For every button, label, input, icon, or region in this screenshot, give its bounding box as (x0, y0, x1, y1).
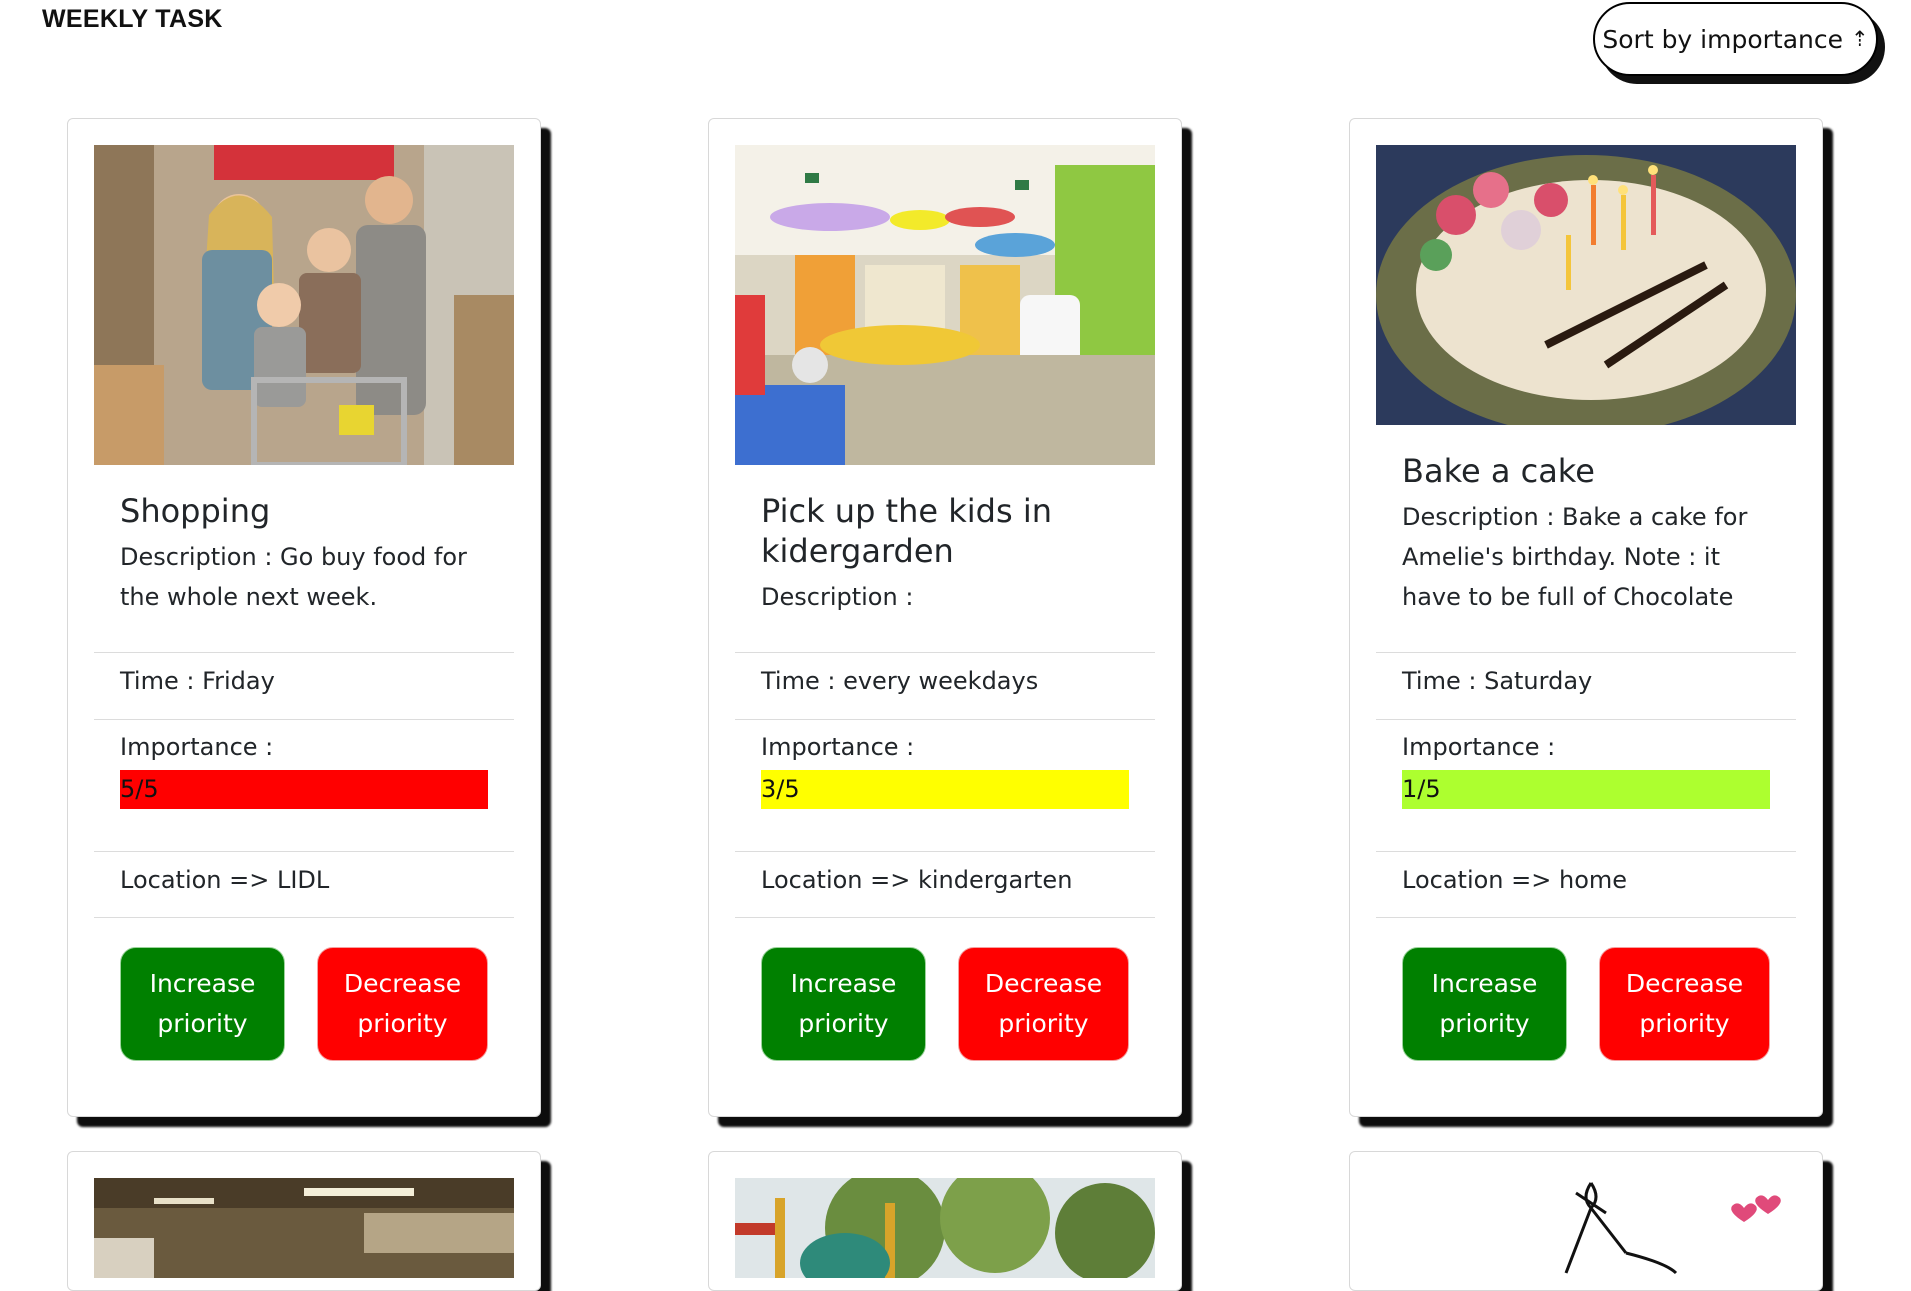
divider (735, 917, 1155, 918)
card-body: Shopping Description : Go buy food for t… (94, 491, 514, 617)
importance-label: Importance : (120, 733, 274, 761)
divider (94, 851, 514, 852)
playground-photo (735, 1178, 1155, 1278)
divider (735, 851, 1155, 852)
store-interior-photo (94, 1178, 514, 1278)
decrease-priority-button[interactable]: Decrease priority (958, 947, 1129, 1061)
task-card-partial (708, 1151, 1182, 1291)
card-location: Location => kindergarten (761, 866, 1073, 894)
decrease-priority-button[interactable]: Decrease priority (1599, 947, 1770, 1061)
increase-priority-button[interactable]: Increase priority (761, 947, 926, 1061)
divider (94, 917, 514, 918)
sort-arrow-icon: ⇡ (1851, 27, 1869, 51)
divider (1376, 652, 1796, 653)
sort-button-label: Sort by importance (1602, 24, 1844, 54)
card-title: Pick up the kids in kidergarden (761, 492, 1052, 570)
card-body: Pick up the kids in kidergarden Descript… (735, 491, 1155, 617)
divider (735, 719, 1155, 720)
card-time: Time : Saturday (1402, 667, 1593, 695)
divider (1376, 719, 1796, 720)
page-title: WEEKLY TASK (42, 5, 223, 33)
task-card-partial (67, 1151, 541, 1291)
kindergarten-interior-photo (735, 145, 1155, 465)
birthday-cake-photo (1376, 145, 1796, 425)
importance-bar: 1/5 (1402, 770, 1770, 809)
increase-priority-button[interactable]: Increase priority (1402, 947, 1567, 1061)
card-time: Time : every weekdays (761, 667, 1039, 695)
card-description: Description : Bake a cake for Amelie's b… (1402, 503, 1748, 611)
task-card-bake-cake: Bake a cake Description : Bake a cake fo… (1349, 118, 1823, 1117)
importance-bar: 3/5 (761, 770, 1129, 809)
card-location: Location => home (1402, 866, 1628, 894)
card-title: Shopping (120, 492, 271, 530)
card-body: Bake a cake Description : Bake a cake fo… (1376, 451, 1796, 617)
family-shopping-photo (94, 145, 514, 465)
card-time: Time : Friday (120, 667, 275, 695)
task-card-shopping: Shopping Description : Go buy food for t… (67, 118, 541, 1117)
divider (1376, 917, 1796, 918)
divider (94, 719, 514, 720)
card-location: Location => LIDL (120, 866, 330, 894)
importance-bar: 5/5 (120, 770, 488, 809)
card-title: Bake a cake (1402, 452, 1595, 490)
increase-priority-button[interactable]: Increase priority (120, 947, 285, 1061)
sort-by-importance-button[interactable]: Sort by importance ⇡ (1593, 2, 1878, 76)
task-card-partial (1349, 1151, 1823, 1291)
divider (94, 652, 514, 653)
divider (1376, 851, 1796, 852)
divider (735, 652, 1155, 653)
importance-label: Importance : (761, 733, 915, 761)
task-card-pickup-kids: Pick up the kids in kidergarden Descript… (708, 118, 1182, 1117)
decrease-priority-button[interactable]: Decrease priority (317, 947, 488, 1061)
heart-doodle-drawing (1376, 1178, 1796, 1278)
importance-label: Importance : (1402, 733, 1556, 761)
card-description: Description : Go buy food for the whole … (120, 543, 467, 611)
card-description: Description : (761, 583, 914, 611)
